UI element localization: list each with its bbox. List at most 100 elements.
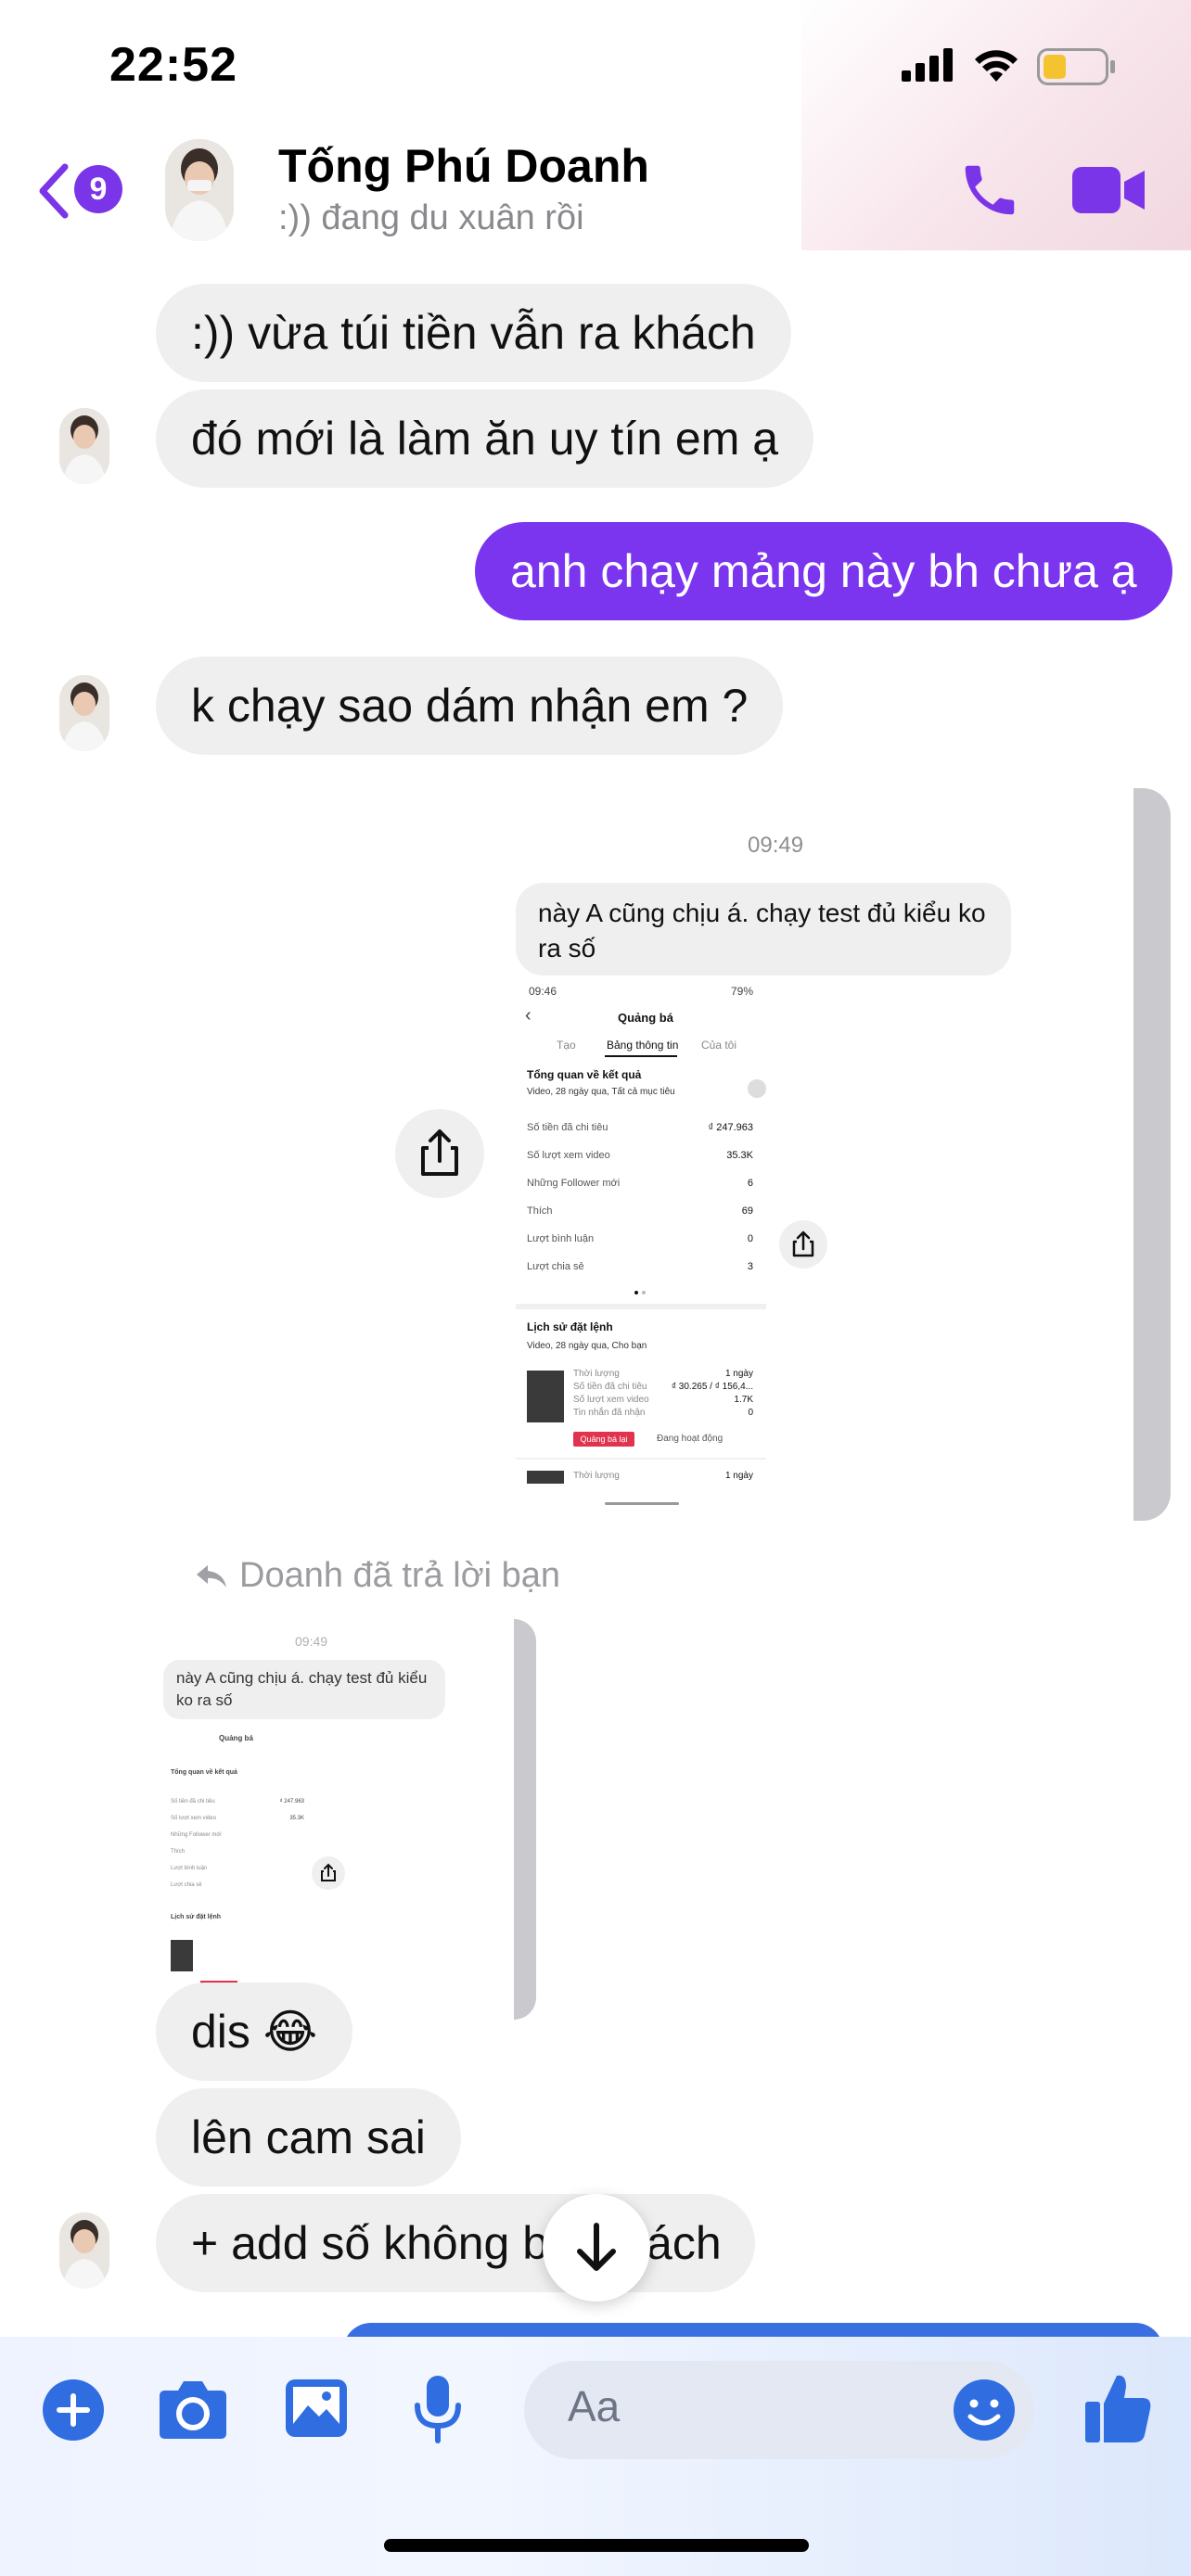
shot-promote-again-label: Quảng bá lại [580, 1435, 628, 1444]
forwarded-caption: này A cũng chịu á. chạy test đủ kiểu ko … [538, 899, 986, 963]
qshot-row: Những Follower mới [171, 1832, 222, 1838]
signal-icon [902, 48, 953, 82]
back-chevron-icon[interactable] [35, 161, 72, 221]
message-bubble[interactable]: lên cam sai [156, 2088, 461, 2187]
shot-tab: Của tôi [701, 1039, 737, 1052]
qshot-row: Lượt chia sẻ [171, 1882, 202, 1888]
forward-timestamp: 09:49 [748, 833, 804, 858]
shot-page-dot [642, 1291, 646, 1294]
shot-row-value: 0 [747, 1233, 753, 1244]
home-indicator [384, 2539, 809, 2552]
shot-order-value: 1 ngày [724, 1471, 753, 1481]
shot-row-label: Số lượt xem video [527, 1150, 610, 1161]
shot-row-value: 3 [747, 1261, 753, 1272]
shot-section-title: Lịch sử đặt lệnh [527, 1320, 613, 1333]
reply-notice: Doanh đã trả lời bạn [239, 1556, 561, 1595]
message-input-placeholder: Aa [568, 2382, 621, 2430]
plus-icon[interactable] [41, 2378, 106, 2442]
forwarded-caption-bubble[interactable]: này A cũng chịu á. chạy test đủ kiểu ko … [516, 883, 1011, 976]
scroll-to-bottom-button[interactable] [543, 2194, 650, 2302]
quoted-caption: này A cũng chịu á. chạy test đủ kiểu ko … [176, 1669, 428, 1709]
shot-divider [516, 1304, 766, 1309]
shot-page-dot [634, 1291, 638, 1294]
shot-order-value: ₫ 30.265 / ₫ 156,4... [671, 1382, 753, 1392]
quoted-screenshot[interactable]: Quảng bá Tổng quan về kết quả Số tiền đã… [163, 1723, 312, 2018]
reply-icon [197, 1565, 226, 1588]
qshot-row: Số lượt xem video [171, 1816, 216, 1821]
shot-row-label: Những Follower mới [527, 1178, 621, 1189]
shot-order-value: 1 ngày [724, 1369, 753, 1379]
message-bubble[interactable]: :)) vừa túi tiền vẫn ra khách [156, 284, 791, 382]
share-icon [792, 1231, 814, 1257]
contact-name[interactable]: Tống Phú Doanh [278, 139, 649, 193]
quoted-timestamp: 09:49 [295, 1634, 328, 1649]
shot-row-value: 35.3K [726, 1150, 753, 1161]
shot-order-label: Thời lượng [573, 1369, 620, 1379]
shot-status-time: 09:46 [529, 985, 557, 998]
shot-thumbnail [527, 1371, 564, 1422]
shot-divider [516, 1458, 766, 1460]
shot-tab: Tạo [557, 1039, 576, 1052]
shot-order-label: Số lượt xem video [573, 1395, 649, 1405]
shot-battery: 79% [731, 985, 754, 998]
my-message-bubble[interactable]: anh chạy mảng này bh chưa ạ [475, 522, 1172, 620]
message-bubble[interactable]: đó mới là làm ăn uy tín em ạ [156, 389, 814, 488]
qshot-title: Quảng bá [219, 1734, 253, 1742]
shot-row-label: Lượt chia sẻ [527, 1261, 584, 1272]
shot-section-title: Tổng quan về kết quả [527, 1068, 642, 1081]
message-text-tail: ách [647, 2217, 722, 2269]
shot-order-label: Tin nhắn đã nhận [573, 1408, 646, 1418]
share-icon [421, 1129, 458, 1176]
shot-row-value: ₫ 247.963 [708, 1122, 753, 1133]
qshot-row: Lượt bình luận [171, 1866, 208, 1871]
shot-status-running: Đang hoạt động [657, 1434, 724, 1444]
battery-icon [1037, 48, 1115, 85]
phone-icon[interactable] [957, 158, 1022, 223]
quoted-message-bar [514, 1619, 536, 2020]
shot-title: Quảng bá [618, 1011, 673, 1025]
share-button[interactable] [395, 1109, 484, 1198]
camera-icon[interactable] [158, 2376, 228, 2441]
shot-row-label: Số tiền đã chi tiêu [527, 1122, 608, 1133]
shot-home-indicator [605, 1502, 679, 1505]
qshot-row: Số tiền đã chi tiêu [171, 1799, 215, 1804]
like-icon[interactable] [1083, 2370, 1152, 2446]
share-button-small[interactable] [779, 1220, 827, 1269]
message-bubble[interactable]: dis 😂 [156, 1983, 353, 2081]
qshot-section: Tổng quan về kết quả [171, 1769, 237, 1776]
contact-avatar[interactable] [165, 139, 234, 241]
qshot-thumbnail [171, 1940, 193, 1971]
sender-avatar[interactable] [59, 2213, 109, 2289]
quoted-message-bar [1133, 788, 1171, 1521]
shot-row-value: 6 [747, 1178, 753, 1189]
arrow-down-icon [577, 2223, 616, 2271]
unread-count-badge[interactable]: 9 [74, 165, 122, 213]
shot-promote-again-button: Quảng bá lại [573, 1432, 634, 1447]
status-time: 22:52 [109, 38, 237, 92]
shot-back-icon: ‹ [525, 1005, 531, 1026]
message-text: + add số không b [191, 2217, 549, 2269]
shot-order-value: 0 [748, 1408, 753, 1418]
video-icon[interactable] [1072, 163, 1146, 217]
share-button-small[interactable] [312, 1856, 345, 1890]
mic-icon[interactable] [412, 2374, 464, 2444]
shot-tab-underline [605, 1055, 677, 1057]
shot-order-value: 1.7K [734, 1395, 753, 1405]
message-bubble[interactable]: + add số không b ách [156, 2194, 755, 2292]
shot-row-value: 69 [741, 1205, 753, 1217]
emoji-icon[interactable] [952, 2378, 1017, 2442]
shot-row-label: Thích [527, 1205, 553, 1217]
sender-avatar[interactable] [59, 675, 109, 751]
sender-avatar[interactable] [59, 408, 109, 484]
shot-filter: Video, 28 ngày qua, Cho bạn [527, 1341, 647, 1351]
shot-row-label: Lượt bình luận [527, 1233, 595, 1244]
shot-tab-active: Bảng thông tin [607, 1039, 679, 1052]
message-bubble[interactable]: k chạy sao dám nhận em ? [156, 657, 784, 755]
forwarded-screenshot[interactable]: 09:46 79% ‹ Quảng bá Tạo Bảng thông tin … [516, 981, 766, 1505]
qshot-row-value: ₫ 247.963 [279, 1799, 304, 1804]
quoted-caption-bubble[interactable]: này A cũng chịu á. chạy test đủ kiểu ko … [163, 1660, 445, 1719]
shot-thumbnail [527, 1471, 564, 1484]
image-icon[interactable] [284, 2376, 349, 2441]
qshot-row-value: 35.3K [289, 1816, 304, 1821]
contact-status: :)) đang du xuân rồi [278, 198, 584, 237]
